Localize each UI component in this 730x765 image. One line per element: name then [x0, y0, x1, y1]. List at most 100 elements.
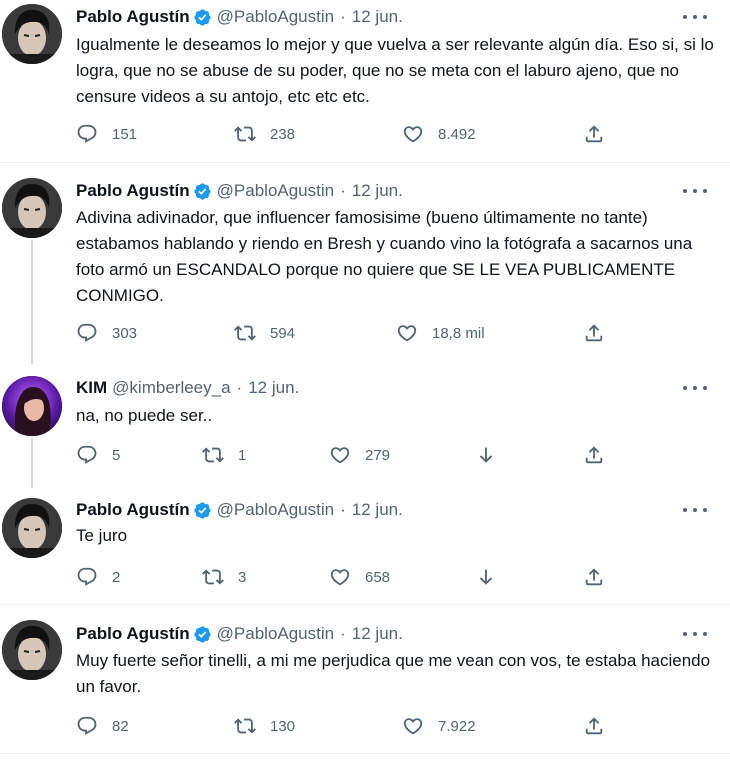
- tweet[interactable]: Pablo Agustín @PabloAgustin · 12 jun. Ig…: [0, 0, 730, 162]
- reply-icon: [76, 444, 98, 466]
- reply-count: 5: [112, 446, 121, 464]
- share-icon: [583, 123, 605, 145]
- avatar[interactable]: [2, 4, 62, 64]
- reply-count: 2: [112, 568, 121, 586]
- tweet[interactable]: Pablo Agustín @PabloAgustin · 12 jun. Mu…: [0, 605, 730, 753]
- like-count: 7.922: [438, 717, 476, 735]
- retweet-button[interactable]: 130: [234, 714, 295, 738]
- retweet-icon: [202, 566, 224, 588]
- reply-count: 303: [112, 324, 138, 342]
- retweet-count: 130: [270, 717, 296, 735]
- reply-icon: [76, 566, 98, 588]
- like-count: 658: [365, 568, 391, 586]
- hide-reply-button[interactable]: [475, 443, 497, 467]
- share-button[interactable]: [583, 443, 605, 467]
- more-icon[interactable]: [683, 378, 707, 398]
- verified-badge-icon: [193, 501, 212, 520]
- more-icon[interactable]: [683, 181, 707, 201]
- avatar[interactable]: [2, 178, 62, 238]
- like-icon: [402, 123, 424, 145]
- author-name[interactable]: Pablo Agustín: [76, 7, 190, 27]
- reply-button[interactable]: 2: [76, 565, 120, 589]
- tweet-header: Pablo Agustín @PabloAgustin · 12 jun.: [76, 6, 403, 28]
- tweet-date[interactable]: 12 jun.: [352, 181, 403, 201]
- retweet-button[interactable]: 3: [202, 565, 246, 589]
- reply-button[interactable]: 303: [76, 321, 137, 345]
- share-button[interactable]: [583, 122, 605, 146]
- author-name[interactable]: Pablo Agustín: [76, 624, 190, 644]
- like-button[interactable]: 279: [329, 443, 390, 467]
- author-handle[interactable]: @PabloAgustin: [217, 500, 334, 520]
- more-icon[interactable]: [683, 7, 707, 27]
- share-icon: [583, 444, 605, 466]
- share-icon: [583, 566, 605, 588]
- reply-button[interactable]: 5: [76, 443, 120, 467]
- separator-dot: ·: [340, 624, 346, 643]
- separator-dot: ·: [236, 378, 243, 397]
- retweet-icon: [234, 123, 256, 145]
- retweet-icon: [234, 322, 256, 344]
- like-count: 279: [365, 446, 391, 464]
- tweet-date[interactable]: 12 jun.: [248, 378, 299, 398]
- separator-dot: ·: [340, 181, 346, 200]
- tweet-actions: 2 3 658: [76, 565, 616, 589]
- tweet-actions: 5 1 279: [76, 443, 616, 467]
- tweet-date[interactable]: 12 jun.: [352, 624, 403, 644]
- tweet[interactable]: KIM @kimberleey_a · 12 jun. na, no puede…: [0, 364, 730, 488]
- author-handle[interactable]: @kimberleey_a: [112, 378, 230, 398]
- separator-dot: ·: [340, 7, 346, 26]
- retweet-count: 594: [270, 324, 296, 342]
- share-button[interactable]: [583, 321, 605, 345]
- author-handle[interactable]: @PabloAgustin: [217, 181, 334, 201]
- retweet-button[interactable]: 594: [234, 321, 295, 345]
- tweet[interactable]: Pablo Agustín @PabloAgustin · 12 jun. Ad…: [0, 163, 730, 363]
- tweet-actions: 303 594 18,8 mil: [76, 321, 616, 345]
- reply-count: 82: [112, 717, 129, 735]
- like-icon: [396, 322, 418, 344]
- retweet-button[interactable]: 1: [202, 443, 246, 467]
- tweet-header: Pablo Agustín @PabloAgustin · 12 jun.: [76, 180, 403, 202]
- reply-button[interactable]: 82: [76, 714, 129, 738]
- tweet-text: Adivina adivinador, que influencer famos…: [76, 208, 697, 305]
- share-icon: [583, 715, 605, 737]
- retweet-count: 238: [270, 125, 296, 143]
- tweet-date[interactable]: 12 jun.: [352, 7, 403, 27]
- share-button[interactable]: [583, 565, 605, 589]
- tweet-date[interactable]: 12 jun.: [352, 500, 403, 520]
- retweet-icon: [234, 715, 256, 737]
- author-handle[interactable]: @PabloAgustin: [217, 7, 334, 27]
- tweet-text: Igualmente le deseamos lo mejor y que vu…: [76, 35, 719, 106]
- reply-icon: [76, 715, 98, 737]
- avatar[interactable]: [2, 620, 62, 680]
- retweet-button[interactable]: 238: [234, 122, 295, 146]
- hide-reply-icon: [475, 444, 497, 466]
- like-button[interactable]: 658: [329, 565, 390, 589]
- verified-badge-icon: [193, 625, 212, 644]
- like-button[interactable]: 18,8 mil: [396, 321, 485, 345]
- tweet-actions: 82 130 7.922: [76, 714, 616, 738]
- reply-count: 151: [112, 125, 138, 143]
- avatar[interactable]: [2, 376, 62, 436]
- like-icon: [329, 444, 351, 466]
- author-name[interactable]: Pablo Agustín: [76, 500, 190, 520]
- reply-icon: [76, 322, 98, 344]
- retweet-count: 1: [238, 446, 247, 464]
- like-icon: [329, 566, 351, 588]
- author-handle[interactable]: @PabloAgustin: [217, 624, 334, 644]
- share-button[interactable]: [583, 714, 605, 738]
- like-count: 18,8 mil: [432, 324, 485, 342]
- tweet[interactable]: Pablo Agustín @PabloAgustin · 12 jun. Te…: [0, 488, 730, 604]
- author-name[interactable]: KIM: [76, 378, 107, 398]
- hide-reply-button[interactable]: [475, 565, 497, 589]
- verified-badge-icon: [193, 182, 212, 201]
- author-name[interactable]: Pablo Agustín: [76, 181, 190, 201]
- like-button[interactable]: 8.492: [402, 122, 476, 146]
- more-icon[interactable]: [683, 500, 707, 520]
- divider: [0, 753, 730, 754]
- more-icon[interactable]: [683, 624, 707, 644]
- reply-button[interactable]: 151: [76, 122, 137, 146]
- avatar[interactable]: [2, 498, 62, 558]
- like-button[interactable]: 7.922: [402, 714, 476, 738]
- tweet-text: na, no puede ser..: [76, 406, 213, 425]
- tweet-thread: Pablo Agustín @PabloAgustin · 12 jun. Ig…: [0, 0, 730, 765]
